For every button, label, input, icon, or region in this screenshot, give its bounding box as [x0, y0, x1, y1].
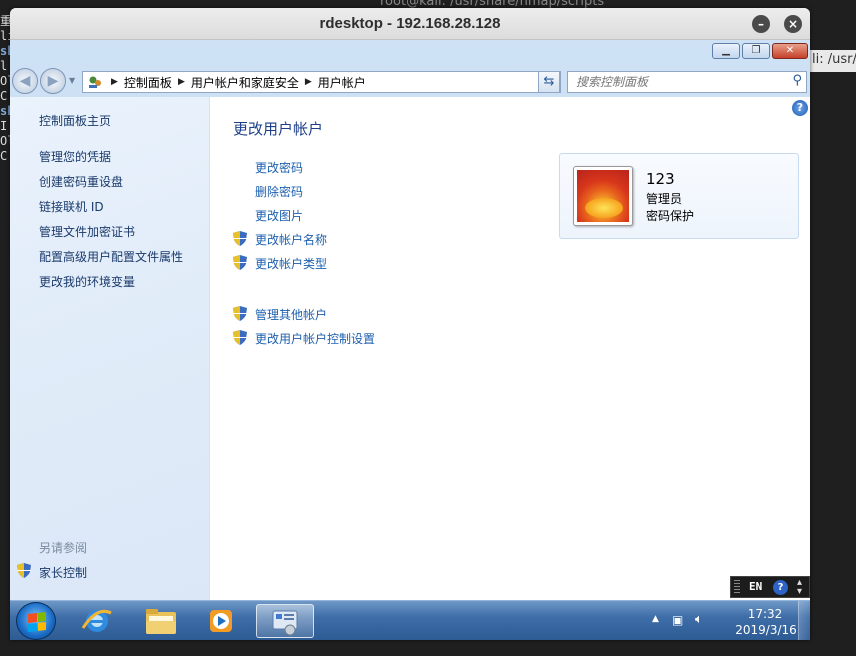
rdesktop-titlebar[interactable]: rdesktop - 192.168.28.128 – × — [10, 8, 810, 40]
user-role: 管理员 — [646, 192, 683, 206]
show-desktop-button[interactable] — [798, 601, 810, 640]
change-picture-link[interactable]: 更改图片 — [255, 207, 303, 224]
sidebar: 控制面板主页 管理您的凭据 创建密码重设盘 链接联机 ID 管理文件加密证书 配… — [10, 97, 210, 600]
breadcrumb-separator-icon[interactable]: ▶ — [111, 77, 118, 87]
sidebar-item-manage-credentials[interactable]: 管理您的凭据 — [39, 148, 111, 165]
back-button[interactable]: ◀ — [12, 68, 38, 94]
rdesktop-minimize-button[interactable]: – — [752, 15, 770, 33]
sidebar-item-file-encryption-certificates[interactable]: 管理文件加密证书 — [39, 223, 135, 240]
change-account-type-link[interactable]: 更改帐户类型 — [255, 255, 327, 272]
control-panel-task-button[interactable] — [256, 604, 314, 638]
background-window-title[interactable]: li: /usr/s — [808, 50, 856, 72]
window-minimize-button[interactable]: ▁ — [712, 43, 740, 59]
internet-explorer-icon[interactable] — [72, 604, 122, 638]
input-language[interactable]: EN — [749, 580, 762, 593]
manage-other-accounts-link[interactable]: 管理其他帐户 — [255, 306, 327, 323]
network-icon[interactable]: ▣ — [672, 613, 683, 627]
shield-icon — [233, 330, 247, 345]
recent-pages-dropdown-icon[interactable]: ▼ — [69, 76, 75, 85]
control-panel-window: ▁ ❐ ✕ ◀ ▶ ▼ ▶ 控制面板 ▶ 用户帐户和家庭安全 ▶ 用户帐户 ⇆ … — [10, 40, 810, 600]
media-player-icon[interactable] — [196, 604, 246, 638]
flower-picture-icon — [577, 170, 629, 222]
search-input[interactable] — [576, 74, 776, 90]
see-also-heading: 另请参阅 — [39, 541, 88, 555]
breadcrumb-user-accounts-family-safety[interactable]: 用户帐户和家庭安全 — [191, 74, 299, 91]
window-maximize-button[interactable]: ❐ — [742, 43, 770, 59]
shield-icon — [233, 231, 247, 246]
avatar[interactable] — [573, 166, 633, 226]
sidebar-item-advanced-profile-properties[interactable]: 配置高级用户配置文件属性 — [39, 248, 183, 265]
folder-icon[interactable] — [136, 604, 186, 638]
forward-button[interactable]: ▶ — [40, 68, 66, 94]
remove-password-link[interactable]: 删除密码 — [255, 183, 303, 200]
windows-logo-icon — [28, 612, 46, 632]
show-hidden-icons-icon[interactable]: ▲ — [652, 614, 659, 624]
sidebar-item-parental-controls[interactable]: 家长控制 — [39, 564, 87, 581]
sidebar-item-link-online-id[interactable]: 链接联机 ID — [39, 198, 104, 215]
help-icon[interactable]: ? — [792, 100, 808, 116]
help-icon[interactable]: ? — [773, 580, 788, 595]
password-status: 密码保护 — [646, 209, 695, 223]
shield-icon — [17, 563, 31, 581]
change-password-link[interactable]: 更改密码 — [255, 159, 303, 176]
breadcrumb-control-panel[interactable]: 控制面板 — [124, 74, 172, 91]
taskbar: ▲ ▣ 🔈︎ 17:32 2019/3/16 — [10, 600, 810, 640]
sidebar-item-password-reset-disk[interactable]: 创建密码重设盘 — [39, 173, 123, 190]
user-name: 123 — [646, 170, 675, 188]
search-icon[interactable]: ⚲ — [792, 73, 802, 88]
rdesktop-window: rdesktop - 192.168.28.128 – × ▁ ❐ ✕ ◀ ▶ … — [10, 8, 810, 640]
breadcrumb-separator-icon[interactable]: ▶ — [305, 77, 312, 87]
address-bar[interactable]: ▶ 控制面板 ▶ 用户帐户和家庭安全 ▶ 用户帐户 ▼ — [82, 71, 561, 93]
start-button[interactable] — [16, 602, 56, 640]
page-title: 更改用户帐户 — [233, 120, 324, 138]
drag-handle-icon[interactable] — [734, 580, 740, 594]
rdesktop-title: rdesktop - 192.168.28.128 — [319, 15, 501, 32]
change-account-name-link[interactable]: 更改帐户名称 — [255, 231, 327, 248]
user-account-card: 123 管理员 密码保护 — [559, 153, 799, 239]
shield-icon — [233, 255, 247, 270]
clock-date[interactable]: 2019/3/16 — [726, 623, 806, 637]
uac-settings-link[interactable]: 更改用户帐户控制设置 — [255, 330, 375, 347]
main-panel: ? 更改用户帐户 更改密码 删除密码 更改图片 更改帐户名称 更改帐户类型 管理… — [211, 97, 810, 600]
breadcrumb-user-accounts[interactable]: 用户帐户 — [318, 74, 366, 91]
breadcrumb: ▶ 控制面板 ▶ 用户帐户和家庭安全 ▶ 用户帐户 — [105, 74, 366, 90]
search-box[interactable]: ⚲ — [567, 71, 807, 93]
rdesktop-close-button[interactable]: × — [784, 15, 802, 33]
control-panel-icon — [87, 74, 103, 90]
system-tray: ▲ ▣ 🔈︎ 17:32 2019/3/16 — [650, 607, 810, 637]
refresh-button[interactable]: ⇆ — [538, 71, 560, 93]
clock-time[interactable]: 17:32 — [730, 607, 800, 621]
navigation-bar: ◀ ▶ ▼ ▶ 控制面板 ▶ 用户帐户和家庭安全 ▶ 用户帐户 ▼ ⇆ — [10, 64, 810, 98]
breadcrumb-separator-icon[interactable]: ▶ — [178, 77, 185, 87]
window-caption[interactable]: ▁ ❐ ✕ — [10, 40, 810, 62]
content-area: 控制面板主页 管理您的凭据 创建密码重设盘 链接联机 ID 管理文件加密证书 配… — [10, 97, 810, 600]
options-icon[interactable]: ▴ ▾ — [797, 578, 802, 597]
sidebar-item-control-panel-home[interactable]: 控制面板主页 — [39, 112, 111, 129]
language-bar: EN ? ▴ ▾ — [730, 576, 810, 598]
volume-icon[interactable]: 🔈︎ — [695, 612, 703, 627]
sidebar-item-environment-variables[interactable]: 更改我的环境变量 — [39, 273, 135, 290]
window-close-button[interactable]: ✕ — [772, 43, 808, 59]
shield-icon — [233, 306, 247, 321]
